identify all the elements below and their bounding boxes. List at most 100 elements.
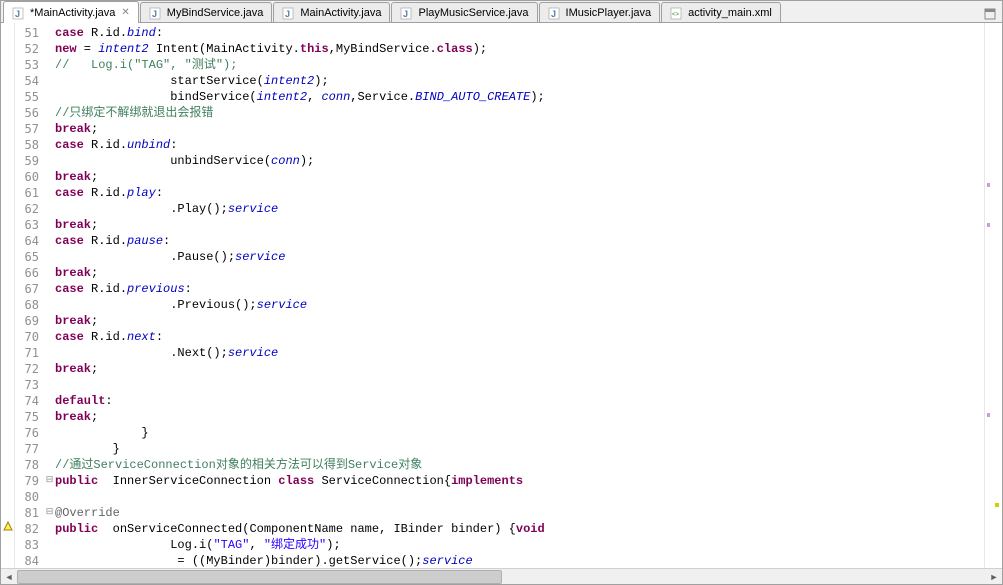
line-number: 80 xyxy=(15,489,39,505)
folding-ruler[interactable]: ⊟ ⊟ xyxy=(45,23,55,568)
code-line[interactable] xyxy=(55,377,984,393)
code-text-area[interactable]: case R.id.bind: new = intent2 Intent(Mai… xyxy=(55,23,984,568)
overview-change-mark xyxy=(987,413,990,417)
tab-label: IMusicPlayer.java xyxy=(566,7,652,19)
code-line[interactable]: startService(intent2); xyxy=(55,73,984,89)
line-number: 70 xyxy=(15,329,39,345)
svg-text:J: J xyxy=(403,9,408,19)
java-file-icon: J xyxy=(400,6,414,20)
code-line[interactable]: default: xyxy=(55,393,984,409)
editor-area: 5152535455565758596061626364656667686970… xyxy=(1,23,1002,568)
code-line[interactable]: //只绑定不解绑就退出会报错 xyxy=(55,105,984,121)
tab-main-activity-active[interactable]: J *MainActivity.java ✕ xyxy=(3,1,139,23)
tab-label: activity_main.xml xyxy=(688,7,772,19)
code-line[interactable]: break; xyxy=(55,313,984,329)
code-line[interactable]: = ((MyBinder)binder).getService();servic… xyxy=(55,553,984,568)
overview-change-mark xyxy=(987,223,990,227)
code-line[interactable]: case R.id.unbind: xyxy=(55,137,984,153)
code-line[interactable]: bindService(intent2, conn,Service.BIND_A… xyxy=(55,89,984,105)
code-line[interactable]: public onServiceConnected(ComponentName … xyxy=(55,521,984,537)
code-line[interactable]: case R.id.play: xyxy=(55,185,984,201)
code-line[interactable]: case R.id.next: xyxy=(55,329,984,345)
tab-imusicplayer[interactable]: J IMusicPlayer.java xyxy=(539,2,661,22)
fold-toggle-icon[interactable]: ⊟ xyxy=(45,475,54,484)
code-line[interactable] xyxy=(55,489,984,505)
line-number: 60 xyxy=(15,169,39,185)
fold-toggle-icon[interactable]: ⊟ xyxy=(45,507,54,516)
warning-marker-icon[interactable] xyxy=(3,521,13,531)
code-line[interactable]: break; xyxy=(55,361,984,377)
line-number: 78 xyxy=(15,457,39,473)
code-line[interactable]: .Previous();service xyxy=(55,297,984,313)
line-number: 72 xyxy=(15,361,39,377)
code-line[interactable]: @Override xyxy=(55,505,984,521)
tab-mybindservice[interactable]: J MyBindService.java xyxy=(140,2,273,22)
code-line[interactable]: // Log.i("TAG", "测试"); xyxy=(55,57,984,73)
code-line[interactable]: break; xyxy=(55,121,984,137)
line-number: 67 xyxy=(15,281,39,297)
line-number: 63 xyxy=(15,217,39,233)
scrollbar-track[interactable] xyxy=(17,569,986,585)
code-line[interactable]: case R.id.bind: xyxy=(55,25,984,41)
code-line[interactable]: public InnerServiceConnection class Serv… xyxy=(55,473,984,489)
svg-text:J: J xyxy=(15,9,20,19)
java-file-icon: J xyxy=(12,6,26,20)
java-file-icon: J xyxy=(548,6,562,20)
tab-activity-main-xml[interactable]: <> activity_main.xml xyxy=(661,2,781,22)
code-line[interactable]: } xyxy=(55,425,984,441)
code-line[interactable]: break; xyxy=(55,265,984,281)
code-line[interactable]: //通过ServiceConnection对象的相关方法可以得到Service对… xyxy=(55,457,984,473)
code-line[interactable]: case R.id.pause: xyxy=(55,233,984,249)
line-number-gutter[interactable]: 5152535455565758596061626364656667686970… xyxy=(15,23,45,568)
line-number: 69 xyxy=(15,313,39,329)
line-number: 84 xyxy=(15,553,39,568)
tab-playmusicservice[interactable]: J PlayMusicService.java xyxy=(391,2,537,22)
tab-label: MyBindService.java xyxy=(167,7,264,19)
xml-file-icon: <> xyxy=(670,6,684,20)
scrollbar-thumb[interactable] xyxy=(17,570,502,584)
line-number: 66 xyxy=(15,265,39,281)
line-number: 55 xyxy=(15,89,39,105)
tab-bar: J *MainActivity.java ✕ J MyBindService.j… xyxy=(1,1,1002,23)
line-number: 52 xyxy=(15,41,39,57)
code-line[interactable]: unbindService(conn); xyxy=(55,153,984,169)
code-line[interactable]: .Next();service xyxy=(55,345,984,361)
code-line[interactable]: } xyxy=(55,441,984,457)
line-number: 77 xyxy=(15,441,39,457)
overview-ruler[interactable] xyxy=(984,23,1002,568)
overview-change-mark xyxy=(987,183,990,187)
code-line[interactable]: case R.id.previous: xyxy=(55,281,984,297)
code-line[interactable]: Log.i("TAG", "绑定成功"); xyxy=(55,537,984,553)
tab-label: PlayMusicService.java xyxy=(418,7,528,19)
line-number: 64 xyxy=(15,233,39,249)
line-number: 75 xyxy=(15,409,39,425)
code-line[interactable]: new = intent2 Intent(MainActivity.this,M… xyxy=(55,41,984,57)
horizontal-scrollbar[interactable]: ◄ ► xyxy=(1,568,1002,584)
line-number: 62 xyxy=(15,201,39,217)
line-number: 59 xyxy=(15,153,39,169)
line-number: 54 xyxy=(15,73,39,89)
code-line[interactable]: .Play();service xyxy=(55,201,984,217)
code-line[interactable]: .Pause();service xyxy=(55,249,984,265)
code-line[interactable]: break; xyxy=(55,169,984,185)
line-number: 79 xyxy=(15,473,39,489)
tab-label: MainActivity.java xyxy=(300,7,381,19)
tab-label: *MainActivity.java xyxy=(30,7,115,19)
line-number: 57 xyxy=(15,121,39,137)
code-line[interactable]: break; xyxy=(55,409,984,425)
line-number: 56 xyxy=(15,105,39,121)
line-number: 73 xyxy=(15,377,39,393)
line-number: 53 xyxy=(15,57,39,73)
scroll-left-icon[interactable]: ◄ xyxy=(1,569,17,585)
maximize-icon[interactable] xyxy=(982,6,998,22)
svg-text:J: J xyxy=(285,9,290,19)
close-tab-icon[interactable]: ✕ xyxy=(121,7,129,18)
scroll-right-icon[interactable]: ► xyxy=(986,569,1002,585)
overview-warning-mark[interactable] xyxy=(995,503,999,507)
line-number: 61 xyxy=(15,185,39,201)
java-file-icon: J xyxy=(282,6,296,20)
left-annotation-ruler[interactable] xyxy=(1,23,15,568)
line-number: 83 xyxy=(15,537,39,553)
code-line[interactable]: break; xyxy=(55,217,984,233)
tab-mainactivity-2[interactable]: J MainActivity.java xyxy=(273,2,390,22)
